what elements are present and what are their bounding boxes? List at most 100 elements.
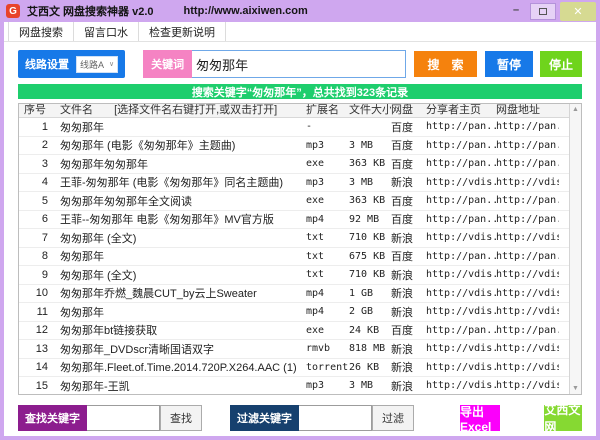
cell-name: 匆匆那年 — [56, 304, 306, 320]
table-row[interactable]: 1匆匆那年-百度http://pan....http://pan.... — [19, 118, 581, 137]
header-filename[interactable]: 文件名 [选择文件名右键打开,或双击打开] — [56, 104, 306, 117]
cell-name: 匆匆那年bt链接获取 — [56, 322, 306, 338]
filter-keyword-input[interactable] — [299, 405, 372, 431]
table-row[interactable]: 4王菲-匆匆那年 (电影《匆匆那年》同名主题曲)mp33 MB新浪http://… — [19, 174, 581, 193]
cell-disk: 百度 — [391, 322, 426, 338]
cell-sharer: http://vdis... — [426, 269, 496, 280]
scroll-up-icon[interactable]: ▲ — [572, 106, 579, 113]
cell-sharer: http://pan.... — [426, 214, 496, 225]
keyword-input[interactable] — [192, 50, 406, 78]
cell-disk: 新浪 — [391, 230, 426, 246]
stop-button[interactable]: 停止 — [540, 51, 582, 77]
cell-no: 6 — [19, 213, 56, 225]
cell-sharer: http://vdis... — [426, 232, 496, 243]
header-filename-label: 文件名 — [60, 104, 93, 116]
menu-item-update-notes[interactable]: 检查更新说明 — [139, 22, 226, 41]
cell-sharer: http://vdis... — [426, 343, 496, 354]
cell-disk: 新浪 — [391, 359, 426, 375]
header-disk-address[interactable]: 网盘地址 — [496, 104, 559, 117]
table-row[interactable]: 10匆匆那年乔燃_魏晨CUT_by云上Sweatermp41 GB新浪http:… — [19, 285, 581, 304]
cell-name: 王菲-匆匆那年 (电影《匆匆那年》同名主题曲) — [56, 174, 306, 190]
table-row[interactable]: 8匆匆那年txt675 KB百度http://pan....http://pan… — [19, 248, 581, 267]
table-row[interactable]: 9匆匆那年 (全文)txt710 KB新浪http://vdis...http:… — [19, 266, 581, 285]
pause-button[interactable]: 暂停 — [485, 51, 533, 77]
export-excel-button[interactable]: 导出Excel — [460, 405, 500, 431]
cell-sharer: http://pan.... — [426, 158, 496, 169]
aixiwen-site-button[interactable]: 艾西文网 — [544, 405, 582, 431]
header-no[interactable]: 序号 — [19, 104, 56, 117]
table-scrollbar[interactable]: ▲ ▼ — [569, 104, 581, 394]
main-content: 线路设置 线路A ∨ 关键词 搜 索 暂停 停止 搜索关键字“匆匆那年”，总共找… — [4, 42, 596, 431]
cell-no: 2 — [19, 139, 56, 151]
menu-item-pan-search[interactable]: 网盘搜索 — [8, 22, 74, 41]
table-row[interactable]: 12匆匆那年bt链接获取exe24 KB百度http://pan....http… — [19, 322, 581, 341]
table-row[interactable]: 5匆匆那年匆匆那年全文阅读exe363 KB百度http://pan....ht… — [19, 192, 581, 211]
header-filename-hint: [选择文件名右键打开,或双击打开] — [114, 104, 277, 116]
cell-sharer: http://vdis... — [426, 306, 496, 317]
filter-button[interactable]: 过滤 — [372, 405, 414, 431]
find-keyword-input[interactable] — [87, 405, 160, 431]
table-row[interactable]: 11匆匆那年mp42 GB新浪http://vdis...http://vdis… — [19, 303, 581, 322]
cell-no: 3 — [19, 158, 56, 170]
chevron-down-icon: ∨ — [109, 60, 114, 68]
cell-address: http://vdis... — [496, 343, 559, 354]
cell-no: 15 — [19, 380, 56, 392]
line-select[interactable]: 线路A ∨ — [76, 56, 118, 73]
close-button[interactable]: ✕ — [560, 2, 596, 21]
filter-keyword-label: 过滤关键字 — [230, 405, 299, 431]
cell-size: 1 GB — [349, 288, 391, 299]
table-row[interactable]: 7匆匆那年 (全文)txt710 KB新浪http://vdis...http:… — [19, 229, 581, 248]
cell-ext: exe — [306, 158, 349, 169]
scroll-down-icon[interactable]: ▼ — [572, 385, 579, 392]
window-title: 艾西文 网盘搜索神器 v2.0 — [27, 3, 154, 19]
cell-address: http://pan.... — [496, 325, 559, 336]
cell-no: 5 — [19, 195, 56, 207]
cell-size: 92 MB — [349, 214, 391, 225]
cell-address: http://vdis... — [496, 177, 559, 188]
cell-no: 12 — [19, 324, 56, 336]
table-row[interactable]: 6王菲--匆匆那年 电影《匆匆那年》MV官方版mp492 MB百度http://… — [19, 211, 581, 230]
find-keyword-label: 查找关键字 — [18, 405, 87, 431]
cell-name: 匆匆那年乔燃_魏晨CUT_by云上Sweater — [56, 285, 306, 301]
find-button[interactable]: 查找 — [160, 405, 202, 431]
cell-no: 8 — [19, 250, 56, 262]
cell-no: 7 — [19, 232, 56, 244]
header-extension[interactable]: 扩展名 — [306, 104, 349, 117]
cell-size: 363 KB — [349, 158, 391, 169]
line-select-value: 线路A — [80, 58, 104, 71]
cell-address: http://pan.... — [496, 121, 559, 132]
table-row[interactable]: 13匆匆那年_DVDscr清晰国语双字rmvb818 MB新浪http://vd… — [19, 340, 581, 359]
app-body: 网盘搜索 留言口水 检查更新说明 线路设置 线路A ∨ 关键词 搜 索 暂停 停… — [4, 22, 596, 436]
table-row[interactable]: 3匆匆那年匆匆那年exe363 KB百度http://pan....http:/… — [19, 155, 581, 174]
cell-ext: torrent — [306, 362, 349, 373]
cell-disk: 百度 — [391, 211, 426, 227]
line-settings-panel: 线路设置 线路A ∨ — [18, 50, 125, 78]
line-settings-label: 线路设置 — [25, 56, 69, 72]
search-button[interactable]: 搜 索 — [414, 51, 477, 77]
cell-size: 3 MB — [349, 380, 391, 391]
minimize-button[interactable]: – — [505, 3, 527, 19]
cell-disk: 新浪 — [391, 304, 426, 320]
cell-name: 王菲--匆匆那年 电影《匆匆那年》MV官方版 — [56, 211, 306, 227]
header-sharer-homepage[interactable]: 分享者主页 — [426, 104, 496, 117]
cell-address: http://vdis... — [496, 380, 559, 391]
maximize-button[interactable] — [530, 3, 556, 20]
menu-item-message-board[interactable]: 留言口水 — [74, 22, 139, 41]
cell-no: 14 — [19, 361, 56, 373]
cell-sharer: http://pan.... — [426, 140, 496, 151]
cell-size: 818 MB — [349, 343, 391, 354]
header-disk[interactable]: 网盘 — [391, 104, 426, 117]
cell-address: http://pan.... — [496, 140, 559, 151]
keyword-label: 关键词 — [143, 50, 192, 78]
search-row: 线路设置 线路A ∨ 关键词 搜 索 暂停 停止 — [18, 50, 582, 78]
table-row[interactable]: 2匆匆那年 (电影《匆匆那年》主题曲)mp33 MB百度http://pan..… — [19, 137, 581, 156]
cell-size: 710 KB — [349, 232, 391, 243]
header-filesize[interactable]: 文件大小 — [349, 104, 391, 117]
cell-ext: exe — [306, 195, 349, 206]
cell-no: 11 — [19, 306, 56, 318]
title-bar: G 艾西文 网盘搜索神器 v2.0 http://www.aixiwen.com… — [0, 0, 600, 22]
cell-disk: 新浪 — [391, 285, 426, 301]
table-row[interactable]: 15匆匆那年-王凯mp33 MB新浪http://vdis...http://v… — [19, 377, 581, 395]
cell-ext: mp4 — [306, 214, 349, 225]
table-row[interactable]: 14匆匆那年.Fleet.of.Time.2014.720P.X264.AAC … — [19, 359, 581, 378]
